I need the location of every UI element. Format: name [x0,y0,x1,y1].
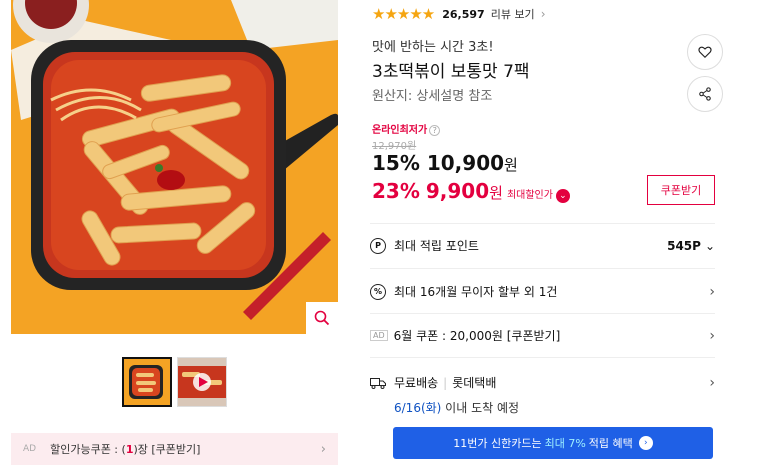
star-rating: ★★★★★ [372,5,435,23]
max-discount-percent: 23% [372,179,420,203]
discount-percent: 15% [372,151,420,175]
ad-tag: AD [370,330,388,341]
coupon-count: 1 [125,442,134,456]
separator: | [443,375,448,390]
main-product-image[interactable] [11,0,338,334]
arrival-date: 6/16(화) [394,401,442,415]
share-icon [699,87,711,101]
thumbnail-list [122,357,227,407]
arrival-text: 이내 도착 예정 [441,401,520,415]
chevron-right-icon: › [540,7,546,21]
product-title: 3초떡볶이 보통맛 7팩 [372,62,530,82]
divider [370,313,715,314]
chevron-down-icon: ⌄ [704,238,715,253]
shipping-row[interactable]: 무료배송 | 롯데택배 › 6/16(화) 이내 도착 예정 [370,374,715,416]
divider [370,357,715,358]
coupon-bar-prefix: 할인가능쿠폰 : ( [50,443,126,456]
free-shipping: 무료배송 [394,376,439,390]
ad-tag: AD [23,444,37,454]
thumbnail-video-preview[interactable] [177,357,227,407]
chevron-right-icon: › [709,327,715,344]
product-origin: 원산지: 상세설명 참조 [372,89,493,104]
points-row[interactable]: P 최대 적립 포인트 545P ⌄ [370,237,715,254]
truck-icon [370,377,386,389]
june-coupon-row[interactable]: AD 6월 쿠폰 : 20,000원 [쿠폰받기] › [370,327,715,344]
divider [370,268,715,269]
zoom-button[interactable] [306,302,338,334]
heart-icon [698,46,712,59]
chevron-right-icon: › [709,283,715,300]
discount-price: 10,900 [426,151,505,175]
percent-icon: % [370,283,386,300]
coupon-bar-suffix: )장 [쿠폰받기] [133,443,201,456]
magnifier-icon [314,310,330,326]
share-button[interactable] [687,76,723,112]
points-label: 최대 적립 포인트 [394,239,479,253]
thumbnail-product-photo[interactable] [122,357,172,407]
lowest-price-label: 온라인최저가? [372,121,441,136]
max-discount-label: 최대할인가 [506,190,553,201]
carrier: 롯데택배 [452,376,497,390]
rating-row: ★★★★★ 26,597 리뷰 보기 › [372,5,546,23]
chevron-right-icon: › [709,374,715,391]
installment-text: 최대 16개월 무이자 할부 외 1건 [394,285,558,299]
points-value: 545P [667,238,701,253]
review-link[interactable]: 리뷰 보기 [491,6,535,22]
june-coupon-text: 6월 쿠폰 : 20,000원 [쿠폰받기] [393,329,561,343]
wishlist-button[interactable] [687,34,723,70]
tteokbokki-photo [11,0,338,334]
review-count: 26,597 [442,7,485,21]
get-coupon-button[interactable]: 쿠폰받기 [647,175,715,205]
available-coupon-bar[interactable]: AD 할인가능쿠폰 : (1)장 [쿠폰받기] › [11,433,338,465]
card-benefit-highlight: 최대 7% [544,437,586,450]
help-icon[interactable]: ? [429,125,441,136]
point-icon: P [370,237,386,254]
original-price: 12,970원 [372,141,417,152]
sale-price: 15% 10,900원 [372,151,518,175]
chevron-right-icon: › [320,441,326,457]
installment-row[interactable]: % 최대 16개월 무이자 할부 외 1건 › [370,283,715,300]
product-subtitle: 맛에 반하는 시간 3초! [372,40,494,55]
max-discount-amount: 9,900 [425,179,490,203]
max-discount-price: 23% 9,900 원 최대할인가 ⌄ [372,179,570,203]
divider [370,223,715,224]
chevron-down-icon[interactable]: ⌄ [555,189,570,203]
card-benefit-banner[interactable]: 11번가 신한카드는 최대 7% 적립 혜택 › [393,427,713,459]
arrow-right-icon: › [638,436,653,450]
